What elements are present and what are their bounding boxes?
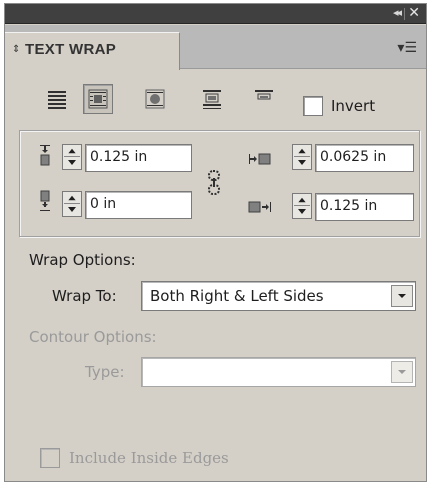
right-offset-stepper[interactable] <box>292 193 312 219</box>
wrap-options-heading: Wrap Options: <box>29 251 136 269</box>
top-offset-icon <box>40 145 50 166</box>
include-inside-edges-label: Include Inside Edges <box>69 449 229 467</box>
right-offset-icon <box>248 201 271 213</box>
bottom-offset-field[interactable]: 0 in <box>85 191 192 219</box>
bounding-box-wrap-icon <box>88 89 108 109</box>
tab-text-wrap[interactable]: ⇕ TEXT WRAP <box>5 32 180 70</box>
object-shape-wrap-icon <box>145 89 165 109</box>
wrap-mode-buttons: Invert <box>5 84 426 120</box>
close-icon[interactable]: ✕ <box>408 5 420 21</box>
chevron-down-icon[interactable] <box>391 285 413 307</box>
invert-label: Invert <box>331 97 376 115</box>
top-offset-stepper[interactable] <box>62 144 82 170</box>
contour-type-label: Type: <box>85 363 125 381</box>
collapse-arrows-icon[interactable]: ◂◂ <box>393 6 402 19</box>
wrap-to-label: Wrap To: <box>52 287 117 305</box>
make-all-settings-same-icon[interactable] <box>203 168 225 198</box>
titlebar-divider <box>404 8 405 20</box>
text-wrap-panel: ◂◂ ✕ ⇕ TEXT WRAP ▾☰ Invert 0.125 in 0 in… <box>4 3 427 482</box>
no-text-wrap-button[interactable] <box>42 84 72 114</box>
jump-object-icon <box>203 90 221 109</box>
jump-next-column-icon <box>255 90 273 100</box>
left-offset-field[interactable]: 0.0625 in <box>315 144 414 172</box>
chevron-down-icon[interactable] <box>391 361 413 383</box>
no-wrap-icon <box>48 91 66 109</box>
contour-options-heading: Contour Options: <box>29 328 157 346</box>
include-inside-edges-checkbox[interactable] <box>40 448 60 468</box>
sort-arrows-icon: ⇕ <box>12 44 21 55</box>
top-offset-field[interactable]: 0.125 in <box>85 144 192 172</box>
panel-menu-icon[interactable]: ▾☰ <box>397 40 417 56</box>
bottom-offset-stepper[interactable] <box>62 191 82 217</box>
right-offset-field[interactable]: 0.125 in <box>315 193 414 221</box>
jump-object-button[interactable] <box>197 84 227 114</box>
left-offset-icon <box>249 153 271 165</box>
tab-label: TEXT WRAP <box>25 41 117 58</box>
jump-to-next-column-button[interactable] <box>249 84 279 114</box>
wrap-to-select[interactable]: Both Right & Left Sides <box>141 281 416 311</box>
invert-checkbox[interactable] <box>303 96 323 116</box>
tab-row: ⇕ TEXT WRAP ▾☰ <box>5 25 426 70</box>
wrap-around-bounding-box-button[interactable] <box>83 84 113 114</box>
bottom-offset-icon <box>40 190 50 211</box>
wrap-to-value: Both Right & Left Sides <box>150 287 324 305</box>
wrap-around-object-shape-button[interactable] <box>140 84 170 114</box>
panel-titlebar: ◂◂ ✕ <box>5 4 426 24</box>
left-offset-stepper[interactable] <box>292 144 312 170</box>
contour-type-select[interactable] <box>141 357 416 387</box>
